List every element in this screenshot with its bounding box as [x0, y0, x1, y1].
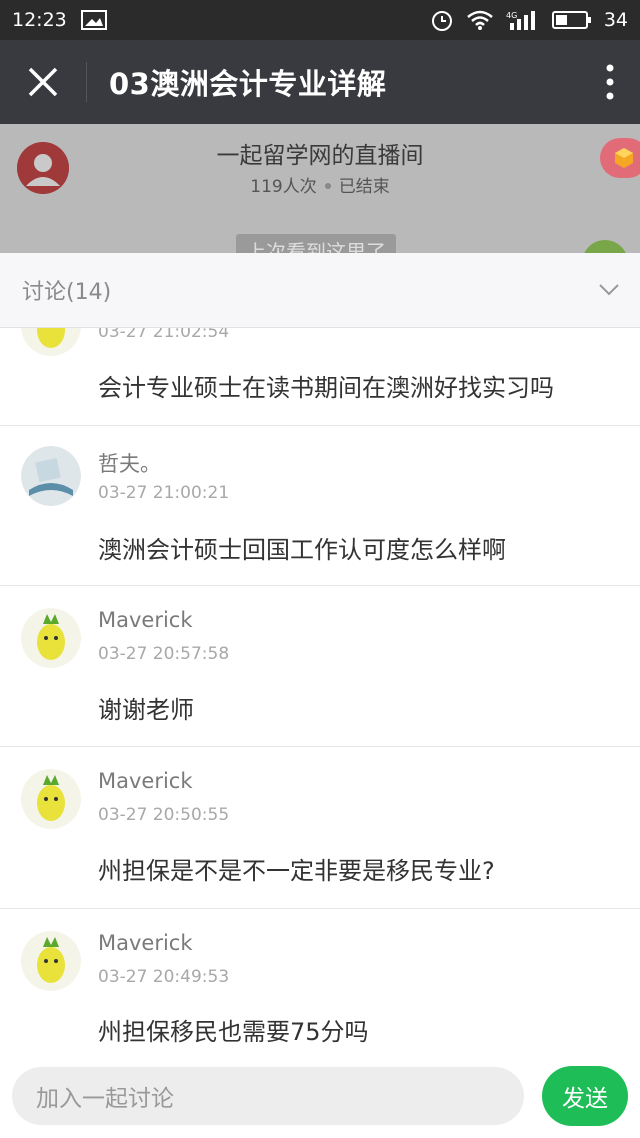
message-time: 03-27 20:49:53: [98, 967, 230, 987]
discussion-list[interactable]: 03-27 21:02:54 会计专业硕士在读书期间在澳洲好找实习吗 哲夫。 0…: [0, 328, 640, 1063]
viewer-count: 119人次: [250, 177, 317, 197]
gift-box-icon: [615, 148, 633, 168]
pineapple-avatar: [21, 328, 81, 356]
input-bar: 加入一起讨论 发送: [0, 1063, 640, 1138]
message-time: 03-27 21:00:21: [98, 483, 230, 503]
close-button[interactable]: [0, 40, 86, 124]
comment-input[interactable]: 加入一起讨论: [12, 1067, 524, 1125]
message-text: 州担保移民也需要75分吗: [98, 1018, 369, 1046]
message-text: 澳洲会计硕士回国工作认可度怎么样啊: [98, 536, 506, 564]
message-text: 州担保是不是不一定非要是移民专业?: [98, 857, 495, 885]
more-vertical-icon: [606, 64, 614, 100]
message-time: 03-27 20:50:55: [98, 805, 230, 825]
user-name: 哲夫。: [98, 452, 161, 476]
more-button[interactable]: [580, 40, 640, 124]
battery-icon: [551, 10, 592, 30]
network-label: 4G: [506, 11, 517, 20]
send-button[interactable]: 发送: [542, 1066, 628, 1126]
discussion-title: 讨论(14): [22, 280, 112, 305]
gift-button[interactable]: [600, 138, 640, 178]
book-avatar: [21, 446, 81, 506]
list-item: Maverick 03-27 20:49:53 州担保移民也需要75分吗: [0, 909, 640, 1063]
message-text: 会计专业硕士在读书期间在澳洲好找实习吗: [98, 374, 554, 402]
screenshot-icon: [80, 10, 107, 30]
wifi-icon: [466, 9, 494, 31]
user-name: Maverick: [98, 769, 193, 793]
close-icon: [28, 67, 58, 97]
message-time: 03-27 21:02:54: [98, 328, 230, 342]
alarm-icon: [430, 8, 454, 32]
room-state: 已结束: [338, 177, 390, 197]
message-text: 谢谢老师: [98, 696, 194, 724]
pineapple-avatar: [21, 769, 81, 829]
pineapple-avatar: [21, 931, 81, 991]
user-name: Maverick: [98, 931, 193, 955]
list-item: Maverick 03-27 20:50:55 州担保是不是不一定非要是移民专业…: [0, 747, 640, 909]
status-bar: 12:23 4G 34: [0, 0, 640, 40]
room-meta: 119人次 已结束: [0, 172, 640, 197]
live-room-header: 一起留学网的直播间 119人次 已结束 上次看到这里了: [0, 124, 640, 286]
battery-percent: 34: [603, 9, 628, 31]
chevron-down-icon[interactable]: [598, 283, 620, 297]
separator-dot: [324, 182, 331, 189]
page-title: 03澳洲会计专业详解: [109, 67, 387, 101]
signal-icon: 4G: [506, 9, 540, 31]
message-time: 03-27 20:57:58: [98, 644, 230, 664]
user-name: Maverick: [98, 608, 193, 632]
pineapple-avatar: [21, 608, 81, 668]
list-item: Maverick 03-27 20:57:58 谢谢老师: [0, 586, 640, 747]
app-bar: 03澳洲会计专业详解: [0, 40, 640, 124]
discussion-header[interactable]: 讨论(14): [0, 253, 640, 328]
list-item: 03-27 21:02:54 会计专业硕士在读书期间在澳洲好找实习吗: [0, 328, 640, 426]
room-name: 一起留学网的直播间: [216, 143, 424, 169]
list-item: 哲夫。 03-27 21:00:21 澳洲会计硕士回国工作认可度怎么样啊: [0, 426, 640, 586]
status-time: 12:23: [12, 9, 67, 31]
app-bar-divider: [86, 62, 87, 102]
